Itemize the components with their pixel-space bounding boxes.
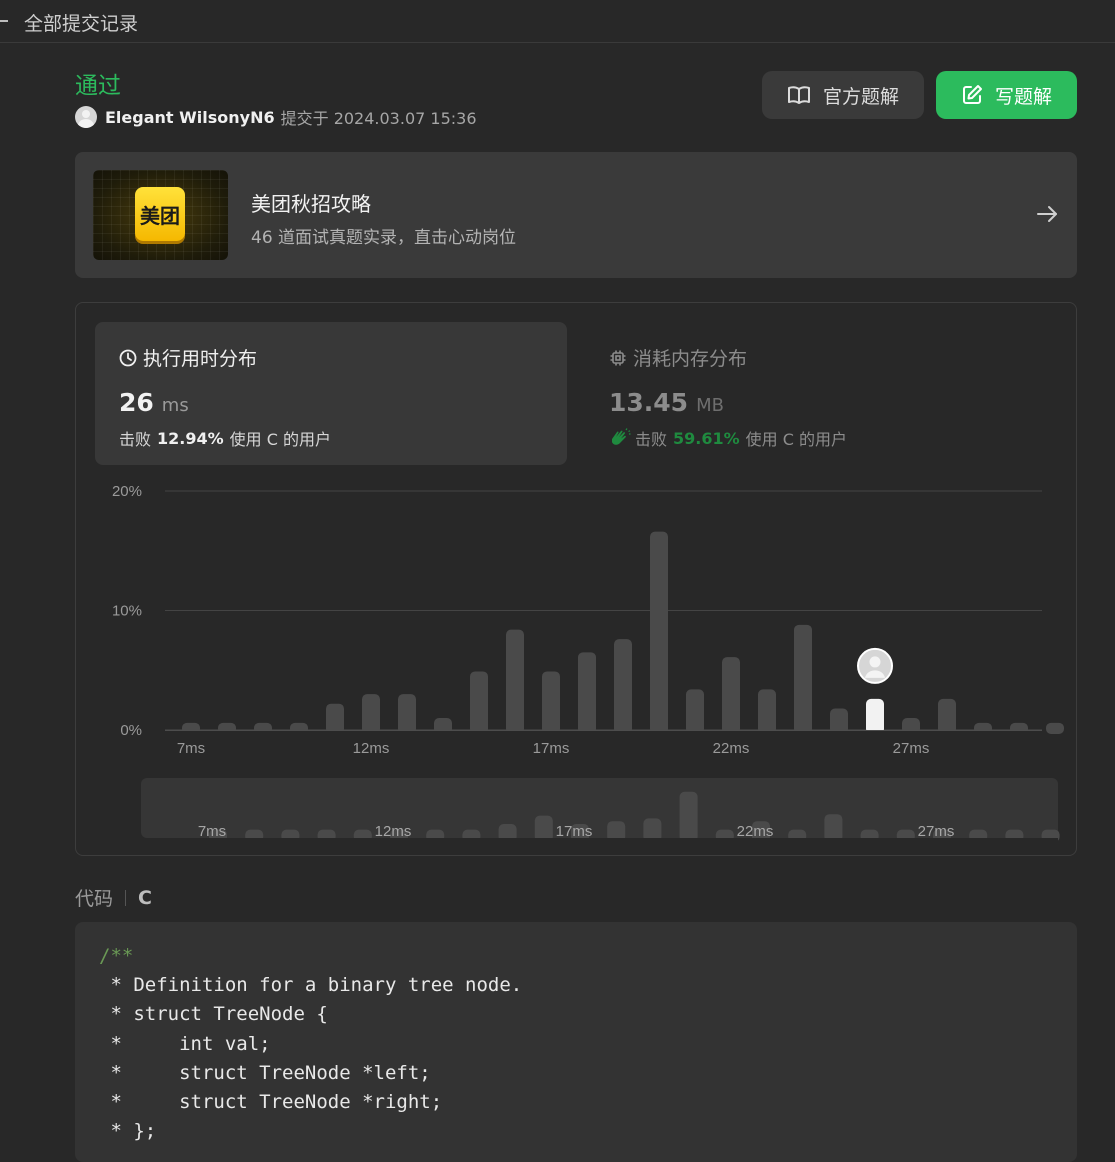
write-solution-label: 写题解	[994, 85, 1052, 108]
code-block[interactable]: /** * Definition for a binary tree node.…	[75, 922, 1077, 1162]
book-icon	[787, 86, 810, 104]
mini-chart-bar	[679, 791, 698, 842]
user-avatar-icon[interactable]	[75, 106, 97, 128]
all-submissions-link[interactable]: 全部提交记录	[24, 9, 138, 36]
promo-title: 美团秋招攻略	[251, 192, 371, 216]
code-line: * Definition for a binary tree node.	[99, 974, 523, 997]
official-solution-label: 官方题解	[822, 85, 899, 108]
write-solution-button[interactable]: 写题解	[936, 71, 1077, 119]
submit-time: 提交于 2024.03.07 15:36	[280, 109, 477, 128]
username[interactable]: Elegant WilsonyN6	[105, 108, 275, 127]
distribution-card: 执行用时分布 26 ms 击败 12.94% 使用 C 的用户 消耗内存分布 1…	[75, 302, 1077, 856]
promo-image: 美团	[93, 170, 228, 260]
code-line: * int val;	[99, 1032, 271, 1055]
chart-bar	[758, 689, 776, 734]
y-tick-label: 20%	[112, 483, 142, 500]
meituan-logo: 美团	[135, 187, 185, 241]
code-label: 代码	[75, 888, 114, 910]
y-tick-label: 10%	[112, 603, 142, 620]
submission-status: 通过	[75, 73, 121, 99]
chart-bar	[578, 652, 596, 734]
chart-bar	[506, 629, 524, 734]
code-line: * struct TreeNode *right;	[99, 1091, 443, 1114]
x-tick-label: 12ms	[353, 740, 390, 757]
promo-subtitle: 46 道面试真题实录，直击心动岗位	[251, 228, 517, 248]
x-tick-label: 7ms	[177, 740, 205, 757]
promo-card[interactable]: 美团 美团秋招攻略 46 道面试真题实录，直击心动岗位	[75, 152, 1077, 278]
mini-chart-bar	[824, 814, 843, 842]
chart-bar	[650, 531, 668, 734]
chart-bar	[686, 689, 704, 734]
chart-bar	[614, 639, 632, 734]
mini-x-tick-label: 27ms	[918, 823, 955, 840]
chart-bar-highlight	[866, 698, 884, 734]
chart-bar	[470, 671, 488, 734]
mini-x-tick-label: 7ms	[198, 823, 226, 840]
chart-bar	[362, 694, 380, 734]
avatar-head-shape	[869, 656, 881, 668]
chart-bar	[1046, 722, 1064, 734]
code-line: * struct TreeNode *left;	[99, 1061, 431, 1084]
x-tick-label: 27ms	[893, 740, 930, 757]
code-line: * struct TreeNode {	[99, 1003, 328, 1026]
official-solution-button[interactable]: 官方题解	[762, 71, 924, 119]
runtime-distribution-chart[interactable]: 0% 10% 20% 7ms 12ms 17ms 22ms 27ms 7ms 12ms 17ms 22…	[76, 303, 1076, 855]
chart-bar	[398, 694, 416, 734]
x-tick-label: 17ms	[533, 740, 570, 757]
x-tick-label: 22ms	[713, 740, 750, 757]
code-content[interactable]: /** * Definition for a binary tree node.…	[99, 942, 522, 1146]
chart-baseline-mask	[165, 731, 1042, 737]
chart-bar	[794, 624, 812, 734]
submitter-info: Elegant WilsonyN6 提交于 2024.03.07 15:36	[75, 104, 477, 130]
y-tick-label: 0%	[120, 722, 142, 739]
mini-x-tick-label: 12ms	[375, 823, 412, 840]
code-language: C	[138, 886, 152, 909]
chart-bar	[722, 657, 740, 734]
chart-bar	[938, 698, 956, 734]
top-bar: 全部提交记录	[0, 0, 1115, 43]
arrow-right-icon[interactable]	[1035, 202, 1059, 226]
chart-bar	[542, 671, 560, 734]
chart-bar	[326, 703, 344, 734]
code-line: * };	[99, 1120, 157, 1143]
code-header-divider	[125, 889, 127, 906]
collapse-dash-icon[interactable]	[0, 20, 8, 22]
code-header: 代码 C	[75, 884, 152, 911]
code-comment-open: /**	[99, 945, 134, 967]
mini-x-tick-label: 22ms	[737, 823, 774, 840]
mini-x-tick-label: 17ms	[556, 823, 593, 840]
edit-icon	[962, 85, 982, 104]
